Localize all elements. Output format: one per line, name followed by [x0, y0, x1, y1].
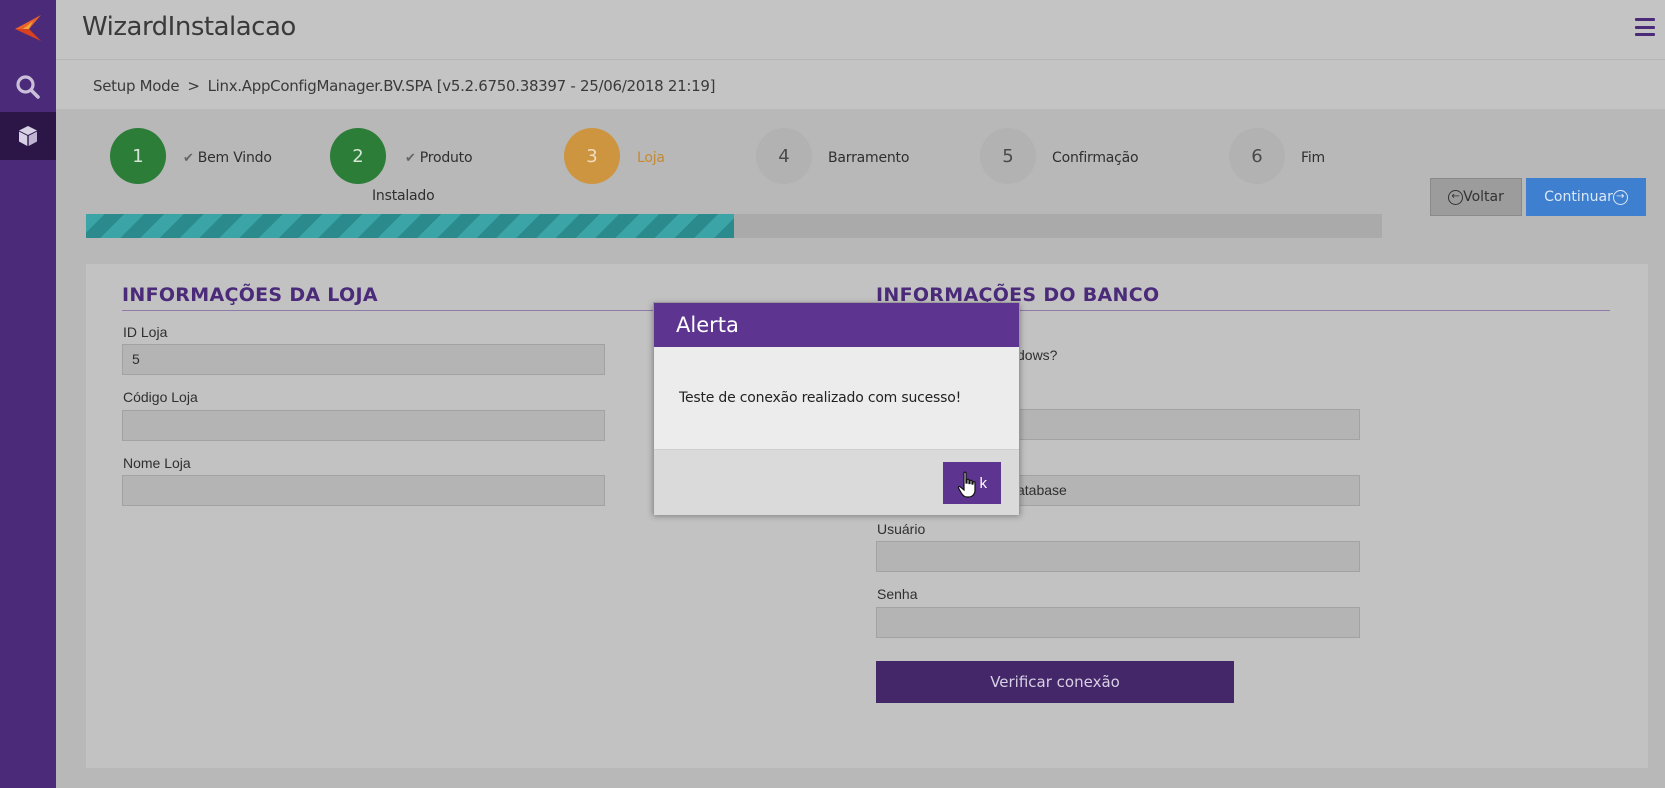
- step-3-label: Loja: [637, 150, 665, 166]
- step-2-label-text: Produto: [419, 150, 473, 166]
- breadcrumb-bar: Setup Mode > Linx.AppConfigManager.BV.SPA …: [56, 61, 1665, 109]
- senha-input[interactable]: [876, 607, 1360, 638]
- check-icon: ✔: [405, 151, 416, 166]
- step-5-label: Confirmação: [1052, 150, 1139, 166]
- breadcrumb: Setup Mode > Linx.AppConfigManager.BV.SPA …: [93, 77, 715, 95]
- step-3-circle: 3: [564, 128, 620, 184]
- step-4-circle: 4: [756, 128, 812, 184]
- hamburger-menu-icon[interactable]: [1635, 18, 1655, 36]
- linx-logo-icon[interactable]: [0, 0, 56, 56]
- step-6-circle: 6: [1229, 128, 1285, 184]
- step-6-label: Fim: [1301, 150, 1325, 166]
- usuario-input[interactable]: [876, 541, 1360, 572]
- alert-dialog: Alerta Teste de conexão realizado com su…: [653, 302, 1020, 515]
- check-icon: ✔: [183, 151, 194, 166]
- breadcrumb-separator: >: [187, 77, 200, 95]
- wizard-progress-fill: [86, 214, 734, 238]
- alert-message: Teste de conexão realizado com sucesso!: [679, 390, 962, 406]
- continuar-button[interactable]: Continuar →: [1526, 178, 1646, 216]
- arrow-left-circle-icon: ←: [1448, 189, 1464, 205]
- sidebar: [0, 0, 56, 788]
- breadcrumb-root[interactable]: Setup Mode: [93, 77, 180, 95]
- voltar-label: Voltar: [1463, 189, 1504, 205]
- windows-auth-question: dows?: [1017, 347, 1058, 363]
- ok-button[interactable]: k: [943, 462, 1001, 504]
- loja-section-title: INFORMAÇÕES DA LOJA: [122, 284, 378, 306]
- breadcrumb-current: Linx.AppConfigManager.BV.SPA [v5.2.6750.…: [207, 77, 716, 95]
- step-2-circle: 2: [330, 128, 386, 184]
- app-title: WizardInstalacao: [82, 12, 296, 42]
- alert-title: Alerta: [654, 303, 1019, 347]
- arrow-right-circle-icon: →: [1612, 189, 1628, 205]
- id-loja-label: ID Loja: [123, 324, 168, 340]
- nome-loja-label: Nome Loja: [123, 455, 191, 471]
- cube-icon[interactable]: [0, 112, 56, 160]
- hand-cursor-icon: [957, 471, 976, 498]
- search-icon[interactable]: [0, 62, 56, 112]
- codigo-loja-input[interactable]: [122, 410, 605, 441]
- alert-footer: k: [654, 449, 1019, 515]
- usuario-label: Usuário: [877, 521, 926, 537]
- step-2-label-line2: Instalado: [372, 188, 435, 204]
- codigo-loja-label: Código Loja: [123, 389, 198, 405]
- step-1-label: ✔ Bem Vindo: [183, 150, 272, 166]
- ok-label: k: [979, 474, 988, 492]
- senha-label: Senha: [877, 586, 918, 602]
- wizard-progress-bar: [86, 214, 1382, 238]
- id-loja-input[interactable]: 5: [122, 344, 605, 375]
- step-4-label: Barramento: [828, 150, 910, 166]
- nome-loja-input[interactable]: [122, 475, 605, 506]
- step-1-circle: 1: [110, 128, 166, 184]
- top-bar: WizardInstalacao: [56, 0, 1665, 60]
- verificar-conexao-button[interactable]: Verificar conexão: [876, 661, 1234, 703]
- continuar-label: Continuar: [1544, 189, 1613, 205]
- database-partial: atabase: [1017, 482, 1067, 498]
- step-2-label: ✔ Produto: [405, 150, 473, 166]
- step-1-label-text: Bem Vindo: [197, 150, 272, 166]
- step-5-circle: 5: [980, 128, 1036, 184]
- voltar-button[interactable]: ← Voltar: [1430, 178, 1522, 216]
